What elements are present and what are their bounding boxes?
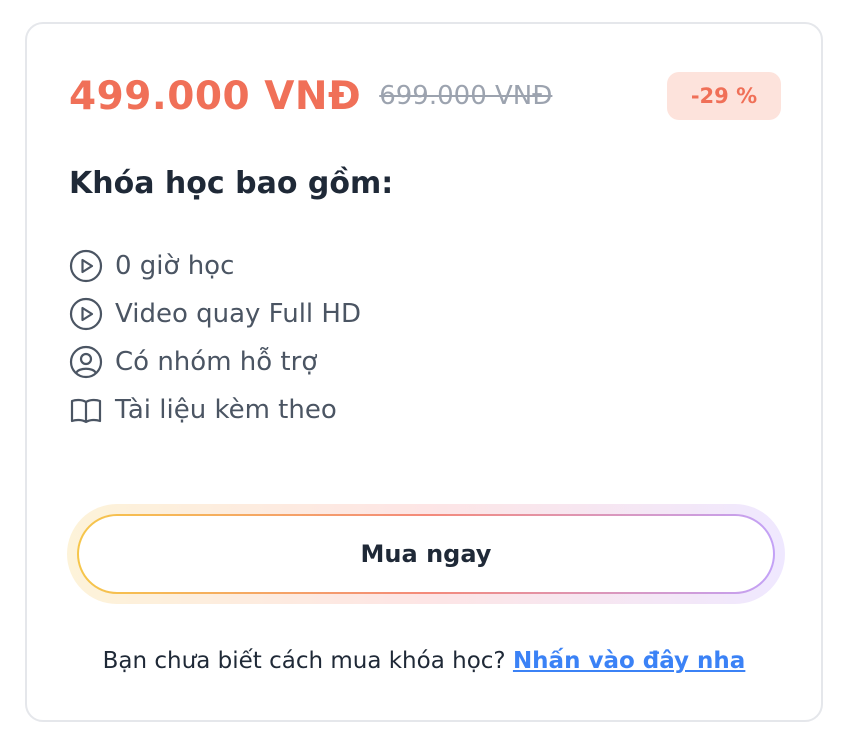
help-text: Bạn chưa biết cách mua khóa học? bbox=[102, 648, 513, 674]
course-pricing-card: 499.000 VNĐ 699.000 VNĐ -29 % Khóa học b… bbox=[25, 22, 823, 722]
user-circle-icon bbox=[69, 344, 105, 380]
feature-label: Tài liệu kèm theo bbox=[115, 395, 337, 425]
feature-label: Video quay Full HD bbox=[115, 299, 361, 329]
original-price: 699.000 VNĐ bbox=[379, 81, 553, 111]
purchase-help: Bạn chưa biết cách mua khóa học? Nhấn và… bbox=[27, 648, 821, 674]
book-open-icon bbox=[69, 392, 105, 428]
feature-label: Có nhóm hỗ trợ bbox=[115, 347, 318, 377]
help-link[interactable]: Nhấn vào đây nha bbox=[513, 648, 745, 674]
play-circle-icon bbox=[69, 296, 105, 332]
price-row: 499.000 VNĐ 699.000 VNĐ -29 % bbox=[69, 72, 781, 120]
play-circle-icon bbox=[69, 248, 105, 284]
discount-badge: -29 % bbox=[667, 72, 781, 120]
feature-list: 0 giờ học Video quay Full HD Có nhóm hỗ … bbox=[69, 234, 361, 442]
includes-title: Khóa học bao gồm: bbox=[69, 166, 394, 201]
feature-item-materials: Tài liệu kèm theo bbox=[69, 378, 361, 442]
current-price: 499.000 VNĐ bbox=[69, 73, 362, 119]
feature-label: 0 giờ học bbox=[115, 251, 235, 281]
buy-now-button[interactable]: Mua ngay bbox=[77, 514, 775, 594]
